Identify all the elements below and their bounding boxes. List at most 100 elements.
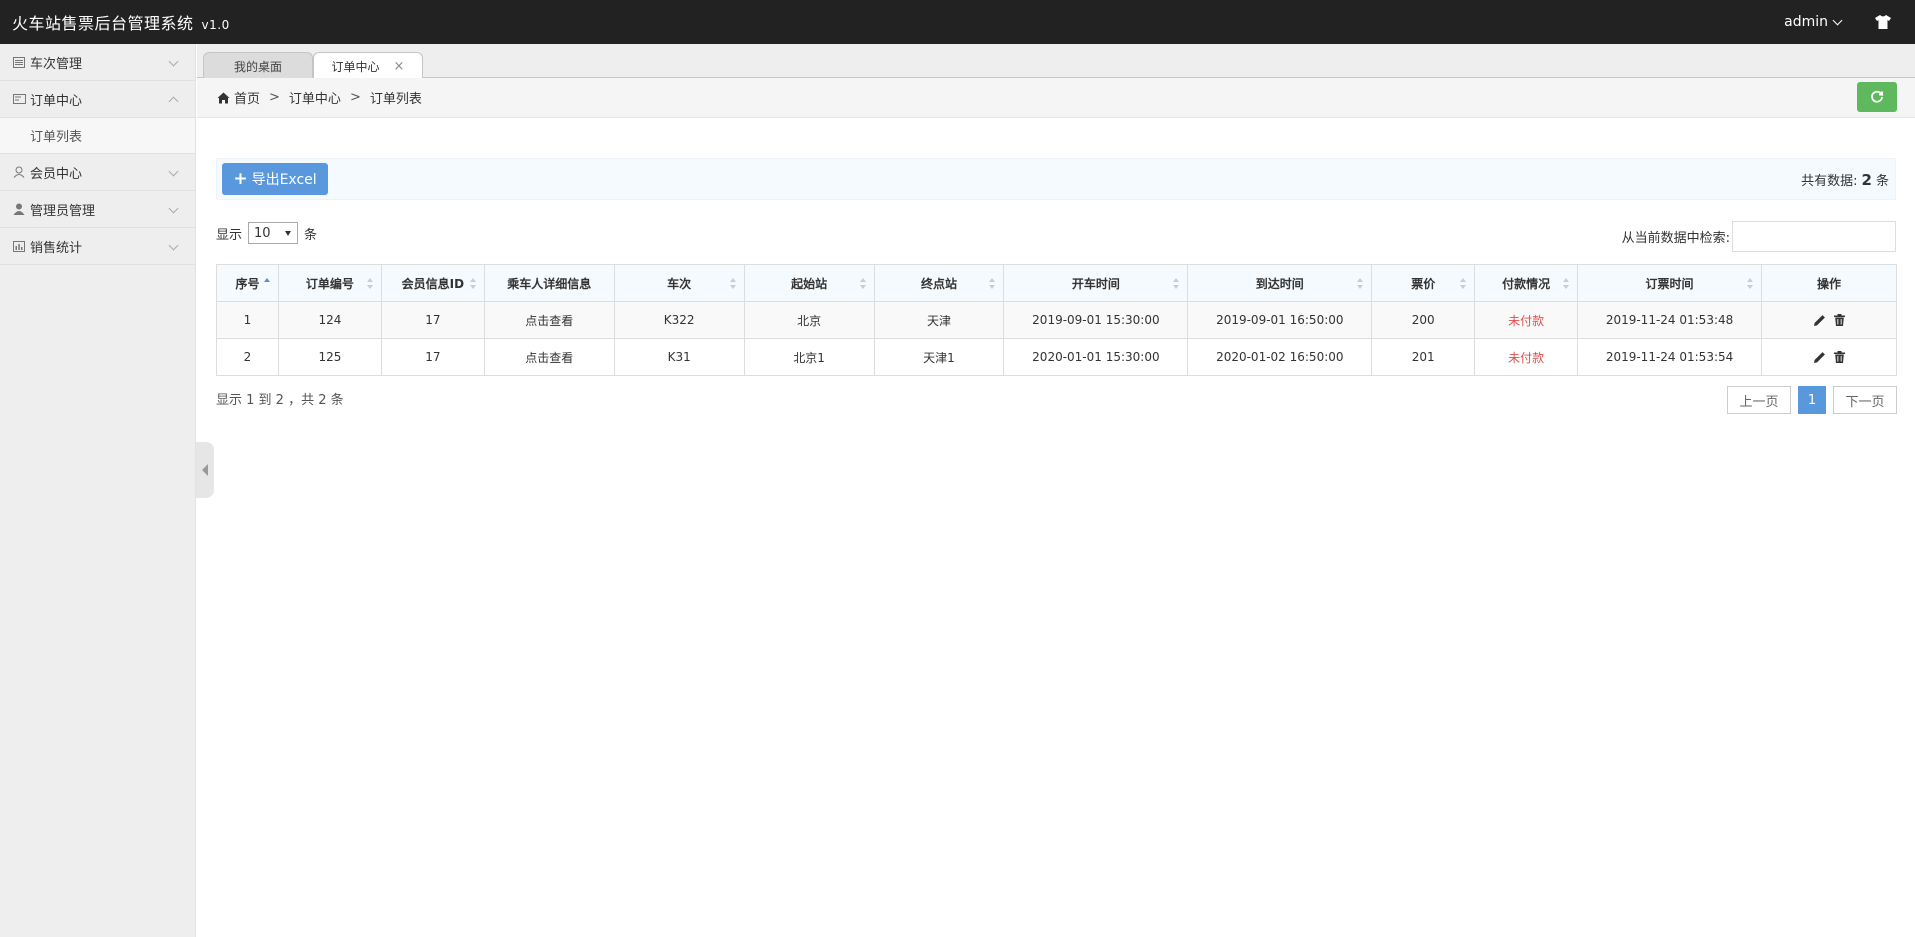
shirt-icon[interactable] [1871, 10, 1895, 34]
chevron-down-icon [168, 56, 179, 67]
column-header-price[interactable]: 票价 [1371, 264, 1476, 302]
close-icon[interactable]: × [394, 59, 405, 74]
edit-icon[interactable] [1813, 314, 1826, 327]
page-length-control: 显示 10 条 [216, 222, 317, 244]
column-header-to[interactable]: 终点站 [873, 264, 1005, 302]
sort-icon [1357, 278, 1364, 289]
sidebar-item-label: 会员中心 [30, 166, 83, 182]
cell-to: 天津 [873, 301, 1005, 339]
tab-desktop[interactable]: 我的桌面 [203, 52, 313, 79]
caret-down-icon [285, 231, 292, 236]
column-header-label: 开车时间 [1071, 276, 1120, 291]
column-header-label: 车次 [667, 276, 692, 291]
column-header-label: 订票时间 [1645, 276, 1694, 291]
column-header-pay[interactable]: 付款情况 [1474, 264, 1579, 302]
column-header-label: 到达时间 [1255, 276, 1304, 291]
cell-passenger: 点击查看 [483, 301, 615, 339]
page-button-current[interactable]: 1 [1798, 386, 1826, 414]
column-header-label: 终点站 [920, 276, 957, 291]
view-passenger-link[interactable]: 点击查看 [525, 314, 573, 328]
pagination: 上一页 1 下一页 [1727, 386, 1897, 414]
breadcrumb-level2: 订单列表 [369, 92, 422, 107]
column-header-order-id[interactable]: 订单编号 [277, 264, 382, 302]
record-count: 共有数据: 2 条 [1801, 170, 1889, 189]
cell-actions [1760, 338, 1898, 376]
column-header-actions: 操作 [1760, 264, 1898, 302]
export-excel-label: 导出Excel [251, 172, 317, 188]
stats-icon [12, 240, 26, 252]
prev-page-button[interactable]: 上一页 [1727, 386, 1791, 414]
table-info: 显示 1 到 2 ，共 2 条 [216, 393, 344, 408]
chevron-up-icon [168, 96, 179, 107]
user-menu[interactable]: admin [1784, 14, 1843, 30]
chevron-down-icon [168, 203, 179, 214]
column-header-label: 操作 [1816, 276, 1841, 291]
sidebar-item-label: 销售统计 [30, 240, 83, 256]
table-row: 2 125 17 点击查看 K31 北京1 天津1 2020-01-01 15:… [216, 338, 1898, 376]
search-input[interactable] [1732, 221, 1896, 252]
view-passenger-link[interactable]: 点击查看 [525, 351, 573, 365]
breadcrumb-separator: > [349, 90, 361, 105]
tab-label: 我的桌面 [233, 59, 282, 74]
sort-icon [366, 278, 373, 289]
column-header-label: 起始站 [791, 276, 828, 291]
page-length-select[interactable]: 10 [248, 222, 299, 244]
refresh-button[interactable] [1857, 82, 1897, 112]
column-header-from[interactable]: 起始站 [743, 264, 875, 302]
trash-icon[interactable] [1833, 313, 1845, 327]
cell-train: K31 [613, 338, 745, 376]
sidebar: 车次管理 订单中心 订单列表 会员中心 管理员管理 销售统计 [0, 44, 196, 937]
cell-depart: 2019-09-01 15:30:00 [1003, 301, 1189, 339]
table-toolbar: + 导出Excel 共有数据: 2 条 [216, 158, 1896, 200]
column-header-depart[interactable]: 开车时间 [1003, 264, 1189, 302]
next-page-button[interactable]: 下一页 [1833, 386, 1897, 414]
column-header-label: 付款情况 [1502, 276, 1551, 291]
sidebar-item-members[interactable]: 会员中心 [0, 154, 195, 191]
cell-order-id: 124 [277, 301, 382, 339]
sidebar-item-label: 管理员管理 [30, 203, 96, 219]
record-count-prefix: 共有数据: [1801, 173, 1858, 189]
record-count-suffix: 条 [1875, 173, 1889, 189]
sort-icon [1563, 278, 1570, 289]
sort-icon [1746, 278, 1753, 289]
tab-order-center[interactable]: 订单中心 × [313, 52, 423, 80]
user-name: admin [1784, 14, 1828, 30]
column-header-label: 会员信息ID [401, 276, 465, 291]
cell-no: 2 [216, 338, 279, 376]
cell-depart: 2020-01-01 15:30:00 [1003, 338, 1189, 376]
app-title: 火车站售票后台管理系统 v1.0 [0, 10, 230, 34]
sidebar-subitem-order-list[interactable]: 订单列表 [0, 118, 195, 154]
sort-icon [469, 278, 476, 289]
sort-icon [1173, 278, 1180, 289]
column-header-no[interactable]: 序号 [216, 264, 279, 302]
column-header-booked[interactable]: 订票时间 [1577, 264, 1762, 302]
sort-icon [1460, 278, 1467, 289]
table-row: 1 124 17 点击查看 K322 北京 天津 2019-09-01 15:3… [216, 301, 1898, 339]
sidebar-item-stats[interactable]: 销售统计 [0, 228, 195, 265]
chevron-down-icon [1832, 15, 1843, 25]
breadcrumb-home[interactable]: 首页 [234, 88, 260, 107]
search-label: 从当前数据中检索: [1621, 231, 1730, 246]
home-icon [217, 92, 230, 104]
sidebar-collapse-handle[interactable] [196, 442, 214, 498]
export-excel-button[interactable]: + 导出Excel [222, 163, 328, 195]
trash-icon[interactable] [1833, 350, 1845, 364]
table-header-row: 序号 订单编号 会员信息ID 乘车人详细信息 车次 起始站 终点站 开车时间 到… [216, 264, 1898, 302]
table-search: 从当前数据中检索: [1622, 221, 1896, 252]
column-header-member-id[interactable]: 会员信息ID [380, 264, 485, 302]
breadcrumb-level1[interactable]: 订单中心 [289, 88, 341, 107]
sidebar-item-orders[interactable]: 订单中心 [0, 81, 195, 118]
refresh-icon [1871, 90, 1884, 103]
cell-arrive: 2020-01-02 16:50:00 [1187, 338, 1373, 376]
column-header-label: 乘车人详细信息 [507, 276, 592, 291]
column-header-train[interactable]: 车次 [613, 264, 745, 302]
breadcrumb-separator: > [269, 90, 280, 105]
record-count-value: 2 [1861, 170, 1872, 189]
edit-icon[interactable] [1813, 351, 1826, 364]
cell-booked: 2019-11-24 01:53:48 [1577, 301, 1762, 339]
sidebar-item-trains[interactable]: 车次管理 [0, 44, 195, 81]
column-header-arrive[interactable]: 到达时间 [1187, 264, 1373, 302]
sort-asc-icon [263, 278, 270, 289]
column-header-label: 序号 [235, 276, 260, 291]
sidebar-item-admins[interactable]: 管理员管理 [0, 191, 195, 228]
